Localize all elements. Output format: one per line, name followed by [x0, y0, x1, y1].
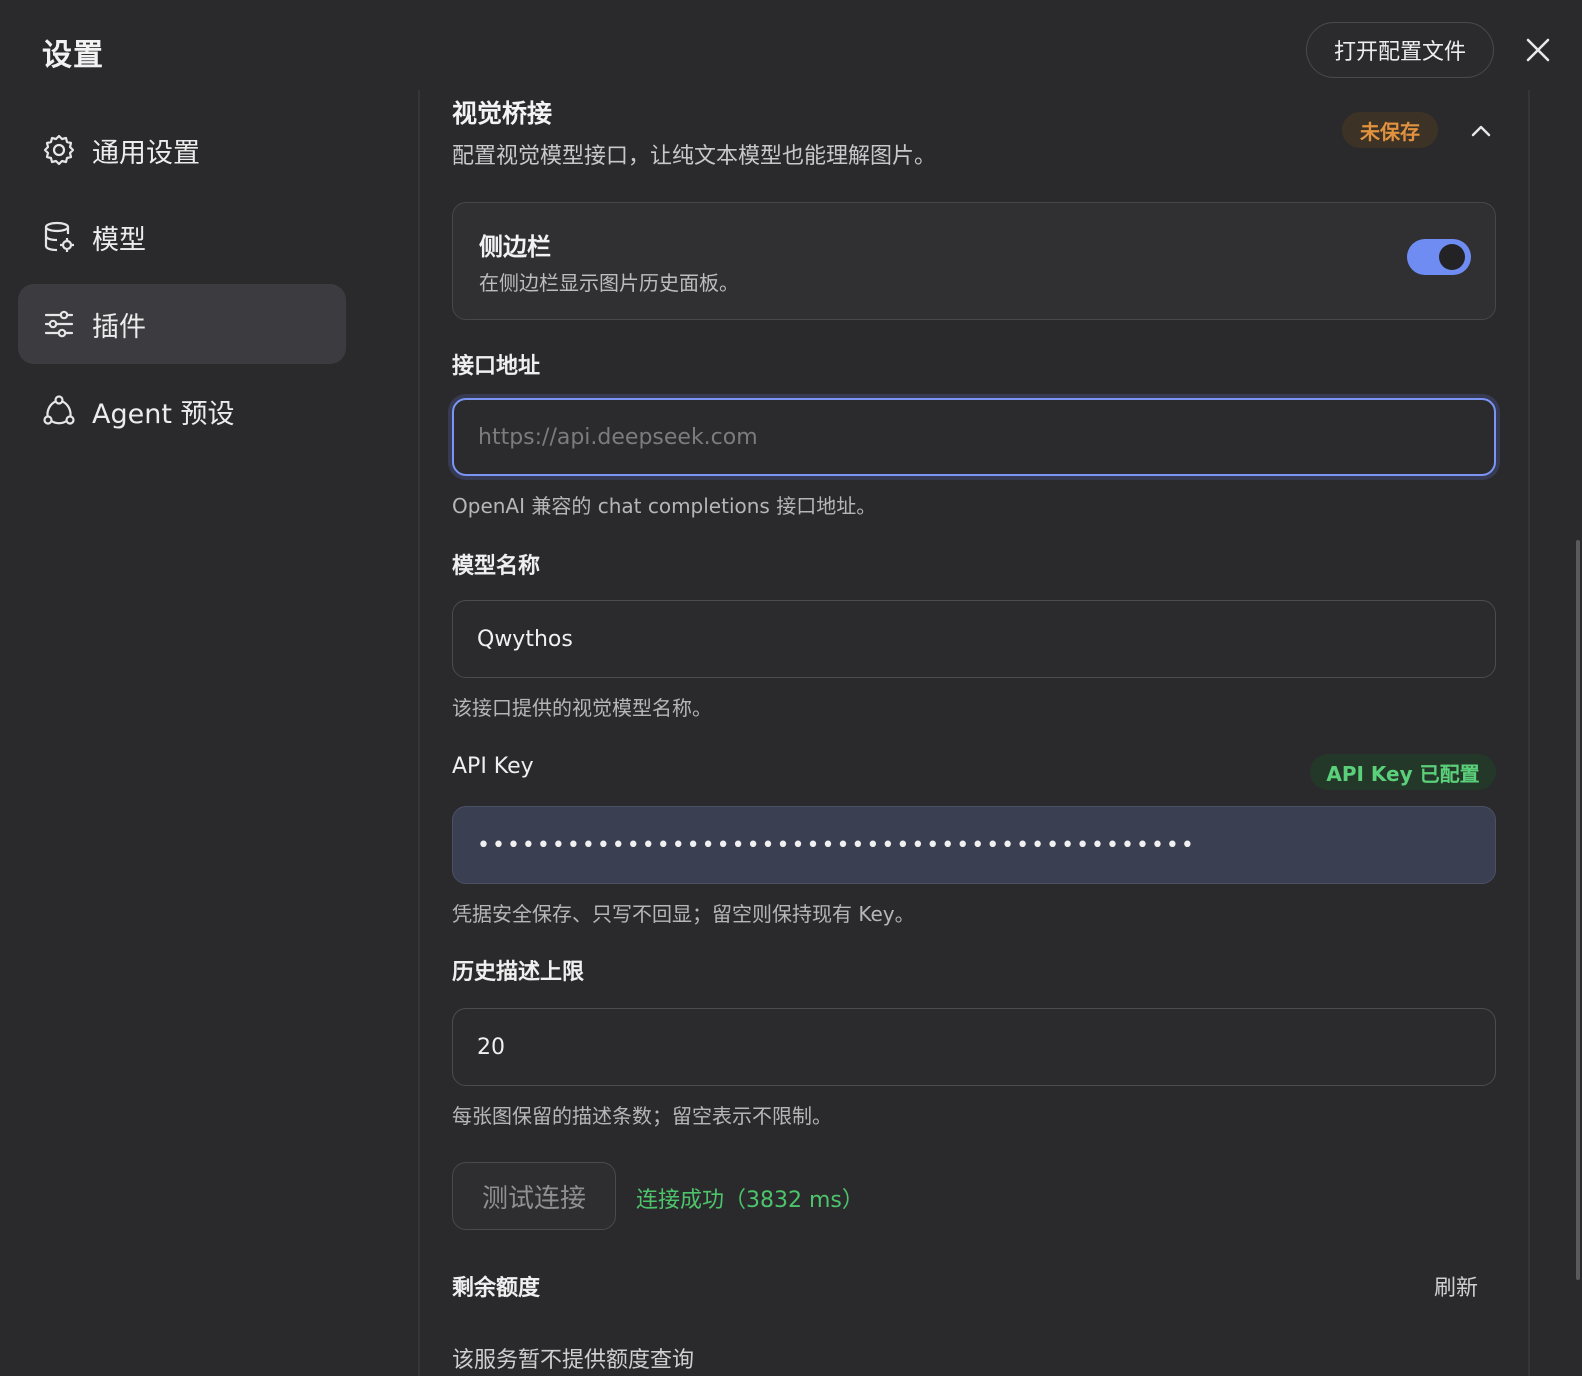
- endpoint-help: OpenAI 兼容的 chat completions 接口地址。: [452, 494, 877, 518]
- agent-icon: [42, 394, 76, 428]
- sidebar-item-label: 模型: [92, 224, 146, 256]
- toggle-knob: [1439, 244, 1465, 270]
- api-key-label: API Key: [452, 754, 534, 779]
- endpoint-input[interactable]: [452, 398, 1496, 476]
- gear-icon: [42, 133, 76, 167]
- sidebar-item-models[interactable]: 模型: [18, 197, 346, 277]
- model-name-label: 模型名称: [452, 554, 541, 579]
- endpoint-label: 接口地址: [452, 354, 541, 379]
- api-key-status-badge: API Key 已配置: [1310, 754, 1496, 790]
- refresh-quota-button[interactable]: 刷新: [1434, 1270, 1478, 1302]
- history-limit-input[interactable]: [452, 1008, 1496, 1086]
- sidebar-panel-card: 侧边栏 在侧边栏显示图片历史面板。: [452, 202, 1496, 320]
- sidebar-item-plugins[interactable]: 插件: [18, 284, 346, 364]
- sidebar-item-label: Agent 预设: [92, 398, 235, 430]
- test-connection-button[interactable]: 测试连接: [452, 1162, 616, 1230]
- card-title: 侧边栏: [479, 233, 551, 261]
- sidebar-item-agent-presets[interactable]: Agent 预设: [18, 371, 346, 451]
- connection-status: 连接成功（3832 ms）: [636, 1188, 864, 1213]
- unsaved-badge: 未保存: [1342, 112, 1438, 148]
- history-limit-help: 每张图保留的描述条数；留空表示不限制。: [452, 1104, 832, 1128]
- settings-window: 设置 打开配置文件 通用设置 模型 插件 Agent 预设 视觉桥接 配置视觉模…: [0, 0, 1582, 1376]
- database-icon: [42, 220, 76, 254]
- section-title: 视觉桥接: [452, 99, 553, 128]
- sidebar-panel-toggle[interactable]: [1407, 239, 1471, 275]
- sidebar-item-general[interactable]: 通用设置: [18, 110, 346, 190]
- api-key-help: 凭据安全保存、只写不回显；留空则保持现有 Key。: [452, 902, 915, 926]
- api-key-input[interactable]: [452, 806, 1496, 884]
- sidebar-item-label: 插件: [92, 311, 146, 343]
- scrollbar[interactable]: [1576, 540, 1580, 1280]
- model-name-help: 该接口提供的视觉模型名称。: [452, 696, 712, 720]
- chevron-up-icon[interactable]: [1466, 116, 1496, 146]
- content-divider: [1528, 90, 1530, 1376]
- sidebar-divider: [418, 90, 420, 1376]
- sidebar-item-label: 通用设置: [92, 137, 200, 169]
- card-description: 在侧边栏显示图片历史面板。: [479, 271, 739, 295]
- open-config-file-button[interactable]: 打开配置文件: [1306, 22, 1494, 78]
- sliders-icon: [42, 307, 76, 341]
- quota-note: 该服务暂不提供额度查询: [452, 1348, 695, 1373]
- section-description: 配置视觉模型接口，让纯文本模型也能理解图片。: [452, 144, 937, 169]
- history-limit-label: 历史描述上限: [452, 960, 585, 985]
- page-title: 设置: [42, 38, 104, 73]
- quota-title: 剩余额度: [452, 1276, 541, 1301]
- close-icon[interactable]: [1518, 30, 1558, 70]
- model-name-input[interactable]: [452, 600, 1496, 678]
- sidebar-nav: 通用设置 模型 插件 Agent 预设: [0, 100, 420, 1376]
